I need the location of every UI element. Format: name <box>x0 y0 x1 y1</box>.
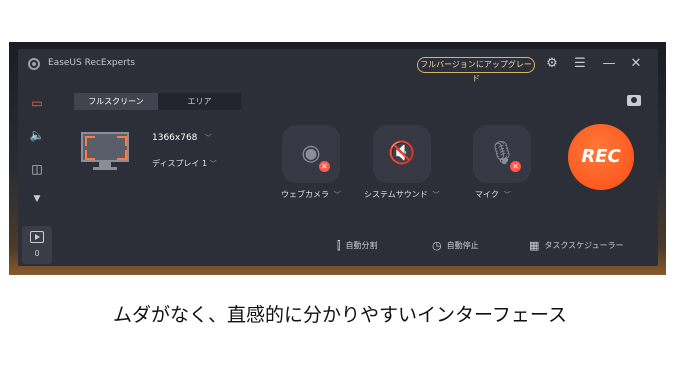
task-scheduler-label: タスクスケジューラー <box>544 241 624 250</box>
auto-stop-button[interactable]: ◷ 自動停止 <box>432 239 479 252</box>
title-bar: EaseUS RecExperts フルバージョンにアップグレード ⚙ ☰ — … <box>18 49 658 83</box>
microphone-toggle[interactable]: 🎙 ✕ <box>473 125 531 183</box>
disabled-badge-icon: ✕ <box>510 161 521 172</box>
caption-text: ムダがなく、直感的に分かりやすいインターフェース <box>113 304 567 326</box>
video-list-icon <box>30 231 44 243</box>
chevron-down-icon: ﹀ <box>200 134 212 142</box>
chevron-down-icon: ﹀ <box>430 191 440 199</box>
capture-mode-tabs: フルスクリーン エリア <box>74 93 241 110</box>
audio-icon[interactable]: 🔈 <box>26 125 48 145</box>
disabled-badge-icon: ✕ <box>319 161 330 172</box>
microphone-select[interactable]: マイク ﹀ <box>475 189 511 200</box>
upgrade-button[interactable]: フルバージョンにアップグレード <box>417 57 535 83</box>
system-sound-select[interactable]: システムサウンド ﹀ <box>364 189 440 200</box>
sidebar: ▭ 🔈 ◫ ▼ 0 <box>18 79 56 266</box>
speaker-muted-icon: 🔇 <box>388 141 416 166</box>
screen-icon[interactable]: ▭ <box>26 93 48 113</box>
game-icon[interactable]: ◫ <box>26 159 48 179</box>
close-icon[interactable]: ✕ <box>628 55 644 73</box>
system-sound-toggle[interactable]: 🔇 <box>373 125 431 183</box>
minimize-icon[interactable]: — <box>601 55 617 73</box>
webcam-icon: ◉ <box>301 141 321 166</box>
resolution-select[interactable]: 1366x768 ﹀ <box>152 133 212 143</box>
app-logo-icon <box>28 58 40 70</box>
display-select[interactable]: ディスプレイ 1 ﹀ <box>152 158 217 169</box>
menu-icon[interactable]: ☰ <box>572 55 588 73</box>
task-scheduler-button[interactable]: ▦ タスクスケジューラー <box>529 239 624 252</box>
resolution-value: 1366x768 <box>152 133 198 143</box>
system-sound-label: システムサウンド <box>364 190 428 199</box>
chevron-down-icon: ﹀ <box>331 191 341 199</box>
recordings-button[interactable]: 0 <box>22 226 52 264</box>
auto-split-button[interactable]: ⫿ 自動分割 <box>337 239 378 253</box>
chevron-down-icon: ﹀ <box>501 191 511 199</box>
screenshot-camera-icon[interactable] <box>627 95 641 106</box>
auto-stop-label: 自動停止 <box>446 241 479 250</box>
app-window: EaseUS RecExperts フルバージョンにアップグレード ⚙ ☰ — … <box>18 49 658 266</box>
clock-icon: ◷ <box>432 239 442 252</box>
auto-split-label: 自動分割 <box>345 241 378 250</box>
calendar-icon: ▦ <box>529 239 540 252</box>
webcam-select[interactable]: ウェブカメラ ﹀ <box>281 189 341 200</box>
monitor-icon <box>81 132 129 170</box>
tab-fullscreen[interactable]: フルスクリーン <box>74 93 158 110</box>
chevron-down-icon: ﹀ <box>209 160 217 168</box>
webcam-label: ウェブカメラ <box>281 190 329 199</box>
record-button[interactable]: REC <box>568 124 634 190</box>
app-title: EaseUS RecExperts <box>48 58 136 68</box>
webcam-toggle[interactable]: ◉ ✕ <box>282 125 340 183</box>
microphone-icon: 🎙 <box>488 141 516 166</box>
more-icon[interactable]: ▼ <box>26 189 48 209</box>
display-name: ディスプレイ 1 <box>152 159 208 168</box>
settings-icon[interactable]: ⚙ <box>544 55 560 73</box>
microphone-label: マイク <box>475 190 499 199</box>
recordings-count: 0 <box>34 249 40 258</box>
split-icon: ⫿ <box>337 239 341 252</box>
tab-area[interactable]: エリア <box>158 93 241 110</box>
